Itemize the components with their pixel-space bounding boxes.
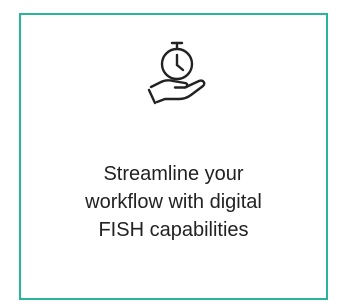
feature-caption: Streamline your workflow with digital FI… (21, 160, 326, 244)
feature-card: Streamline your workflow with digital FI… (19, 13, 328, 300)
stopwatch-on-hand-icon (145, 40, 209, 108)
caption-line-3: FISH capabilities (98, 219, 249, 241)
caption-line-2: workflow with digital (85, 191, 262, 213)
caption-line-1: Streamline your (103, 163, 244, 185)
